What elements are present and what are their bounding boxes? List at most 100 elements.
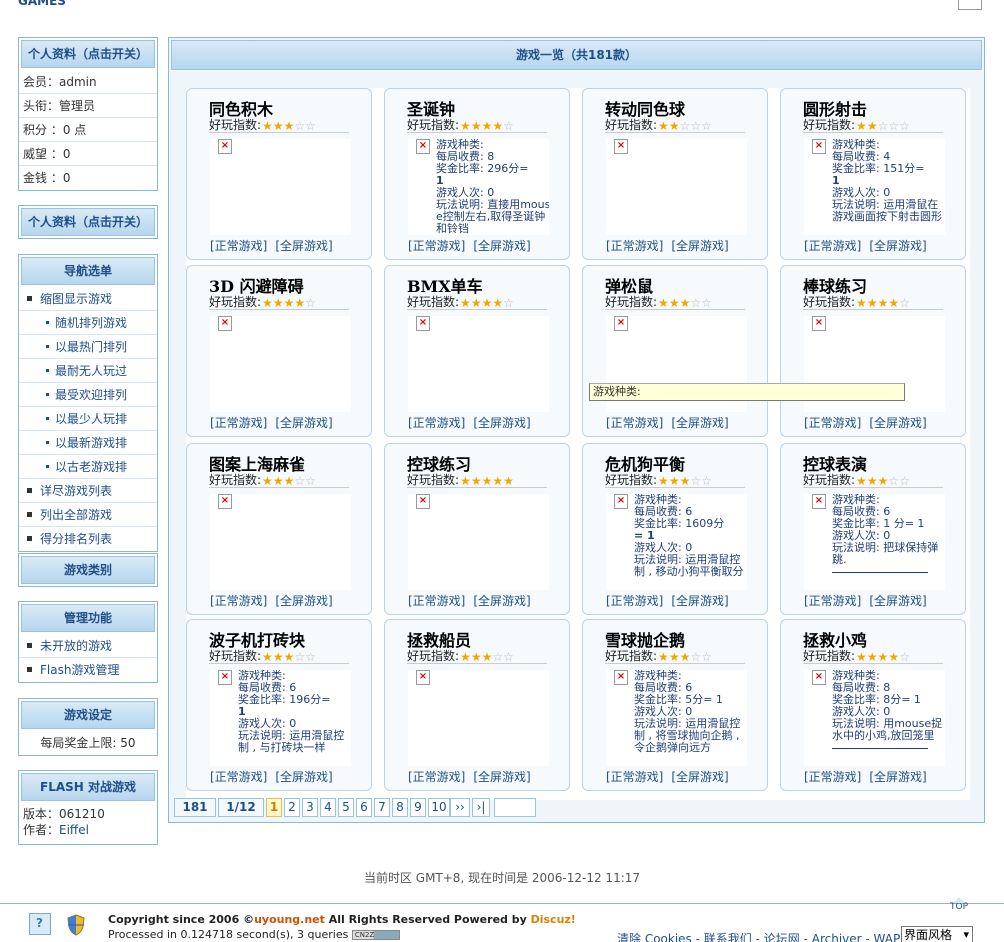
play-fullscreen-link[interactable]: [全屏游戏]	[473, 770, 530, 784]
play-normal-link[interactable]: [正常游戏]	[408, 416, 465, 430]
nav-menu-list: 缩图显示游戏 随机排列游戏 以最热门排列 最耐无人玩过 最受欢迎排列 以最少人玩排 以最新游…	[19, 287, 157, 551]
game-card: 棒球练习 好玩指数:★★★★☆ × [正常游戏] [全屏游戏]	[780, 265, 966, 437]
help-icon[interactable]	[29, 913, 51, 935]
nav-item[interactable]: 详尽游戏列表	[19, 479, 157, 503]
rating-label: 好玩指数:	[209, 118, 262, 132]
game-thumbnail[interactable]: ×	[210, 316, 351, 412]
style-select[interactable]: 界面风格	[901, 926, 973, 942]
game-thumbnail[interactable]: × 游戏种类: 每局收费: 6 奖金比率: 5分= 1 游戏人次: 0 玩法说明: 运用滑…	[606, 670, 747, 766]
play-fullscreen-link[interactable]: [全屏游戏]	[671, 770, 728, 784]
pager-page[interactable]: 2	[284, 798, 300, 817]
play-fullscreen-link[interactable]: [全屏游戏]	[671, 594, 728, 608]
nav-item[interactable]: 以最少人玩排	[19, 407, 157, 431]
play-normal-link[interactable]: [正常游戏]	[804, 594, 861, 608]
play-fullscreen-link[interactable]: [全屏游戏]	[473, 239, 530, 253]
game-thumbnail[interactable]: × 游戏种类: 每局收费: 4 奖金比率: 151分= 1 游戏人次: 0 玩法说明: 运用…	[804, 139, 945, 235]
pager-page[interactable]: 6	[356, 798, 372, 817]
pager-next[interactable]: ››	[450, 798, 470, 817]
play-fullscreen-link[interactable]: [全屏游戏]	[671, 416, 728, 430]
game-thumbnail[interactable]: ×	[210, 494, 351, 590]
author-link[interactable]: Eiffel	[59, 823, 89, 837]
play-fullscreen-link[interactable]: [全屏游戏]	[275, 770, 332, 784]
play-fullscreen-link[interactable]: [全屏游戏]	[869, 594, 926, 608]
play-fullscreen-link[interactable]: [全屏游戏]	[869, 416, 926, 430]
pager-jump-input[interactable]	[494, 798, 536, 817]
admin-item-unreleased[interactable]: 未开放的游戏	[19, 634, 157, 658]
footer-link[interactable]: 清除 Cookies	[617, 932, 692, 942]
site-brand[interactable]: GAMES	[18, 0, 66, 8]
play-normal-link[interactable]: [正常游戏]	[408, 770, 465, 784]
play-normal-link[interactable]: [正常游戏]	[606, 594, 663, 608]
admin-item-flash-manage[interactable]: Flash游戏管理	[19, 658, 157, 682]
nav-item[interactable]: 以最热门排列	[19, 335, 157, 359]
top-right-box[interactable]	[958, 0, 982, 10]
nav-item[interactable]: 最耐无人玩过	[19, 359, 157, 383]
play-normal-link[interactable]: [正常游戏]	[606, 239, 663, 253]
play-normal-link[interactable]: [正常游戏]	[408, 239, 465, 253]
game-thumbnail[interactable]: ×	[408, 670, 549, 766]
game-thumbnail[interactable]: × 游戏种类: 每局收费: 6 奖金比率: 1 分= 1 游戏人次: 0 玩法说明: 把球…	[804, 494, 945, 590]
star-empty-icon: ☆	[503, 118, 514, 133]
play-fullscreen-link[interactable]: [全屏游戏]	[275, 416, 332, 430]
game-thumbnail[interactable]: × 游戏种类: 每局收费: 6 奖金比率: 1609分 = 1 游戏人次: 0 玩法说明: …	[606, 494, 747, 590]
back-to-top-button[interactable]: TOP	[946, 897, 972, 913]
footer-link[interactable]: Archiver	[812, 932, 862, 942]
profile-title: 头衔：管理员	[19, 94, 157, 118]
play-fullscreen-link[interactable]: [全屏游戏]	[473, 416, 530, 430]
star-filled-icon: ★	[888, 295, 900, 310]
nav-item[interactable]: 以古老游戏排	[19, 455, 157, 479]
game-thumbnail[interactable]: × 游戏种类: 每局收费: 8 奖金比率: 296分= 1 游戏人次: 0 玩法说明: 直接…	[408, 139, 549, 235]
game-thumbnail[interactable]: ×	[408, 494, 549, 590]
profile-toggle-header-2[interactable]: 个人资料（点击开关）	[21, 208, 155, 236]
pager-page[interactable]: 5	[338, 798, 354, 817]
nav-item[interactable]: 缩图显示游戏	[19, 287, 157, 311]
profile-toggle-header[interactable]: 个人资料（点击开关）	[21, 40, 155, 68]
category-header[interactable]: 游戏类别	[21, 556, 155, 584]
play-normal-link[interactable]: [正常游戏]	[804, 770, 861, 784]
settings-panel: 游戏设定 每局奖金上限: 50	[18, 698, 158, 756]
processed-info: Processed in 0.124718 second(s), 3 queri…	[108, 928, 400, 941]
game-thumbnail[interactable]: ×	[606, 139, 747, 235]
pager-page[interactable]: 1	[266, 798, 282, 817]
cnzz-badge[interactable]: CN2Z	[351, 930, 400, 940]
pager-page[interactable]: 8	[392, 798, 408, 817]
play-normal-link[interactable]: [正常游戏]	[210, 770, 267, 784]
play-fullscreen-link[interactable]: [全屏游戏]	[275, 239, 332, 253]
nav-item[interactable]: 得分排名列表	[19, 527, 157, 551]
play-normal-link[interactable]: [正常游戏]	[606, 416, 663, 430]
play-fullscreen-link[interactable]: [全屏游戏]	[473, 594, 530, 608]
nav-item[interactable]: 随机排列游戏	[19, 311, 157, 335]
play-normal-link[interactable]: [正常游戏]	[804, 239, 861, 253]
footer-link[interactable]: 联系我们	[704, 932, 752, 942]
star-filled-icon: ★	[866, 473, 878, 488]
game-thumbnail[interactable]: × 游戏种类: 每局收费: 6 奖金比率: 196分= 1 游戏人次: 0 玩法说明: 运用…	[210, 670, 351, 766]
play-normal-link[interactable]: [正常游戏]	[210, 594, 267, 608]
star-filled-icon: ★	[272, 295, 284, 310]
site-link[interactable]: uyoung.net	[254, 913, 325, 926]
play-fullscreen-link[interactable]: [全屏游戏]	[275, 594, 332, 608]
pager-total: 181	[174, 798, 216, 817]
play-normal-link[interactable]: [正常游戏]	[804, 416, 861, 430]
pager-page[interactable]: 3	[302, 798, 318, 817]
footer-link[interactable]: WAP	[874, 932, 901, 942]
play-normal-link[interactable]: [正常游戏]	[606, 770, 663, 784]
game-thumbnail[interactable]: × 游戏种类: 每局收费: 8 奖金比率: 8分= 1 游戏人次: 0 玩法说明: 用mo…	[804, 670, 945, 766]
pager-page[interactable]: 9	[410, 798, 426, 817]
play-fullscreen-link[interactable]: [全屏游戏]	[671, 239, 728, 253]
pager-page[interactable]: 7	[374, 798, 390, 817]
discuz-link[interactable]: Discuz!	[531, 913, 576, 926]
nav-item[interactable]: 最受欢迎排列	[19, 383, 157, 407]
play-fullscreen-link[interactable]: [全屏游戏]	[869, 239, 926, 253]
play-normal-link[interactable]: [正常游戏]	[210, 239, 267, 253]
game-thumbnail[interactable]: ×	[408, 316, 549, 412]
pager-last[interactable]: ›|	[472, 798, 490, 817]
play-fullscreen-link[interactable]: [全屏游戏]	[869, 770, 926, 784]
play-normal-link[interactable]: [正常游戏]	[210, 416, 267, 430]
pager-page[interactable]: 4	[320, 798, 336, 817]
nav-item[interactable]: 以最新游戏排	[19, 431, 157, 455]
play-normal-link[interactable]: [正常游戏]	[408, 594, 465, 608]
footer-link[interactable]: 论坛网	[764, 932, 800, 942]
pager-page[interactable]: 10	[428, 798, 450, 817]
nav-item[interactable]: 列出全部游戏	[19, 503, 157, 527]
game-thumbnail[interactable]: ×	[210, 139, 351, 235]
